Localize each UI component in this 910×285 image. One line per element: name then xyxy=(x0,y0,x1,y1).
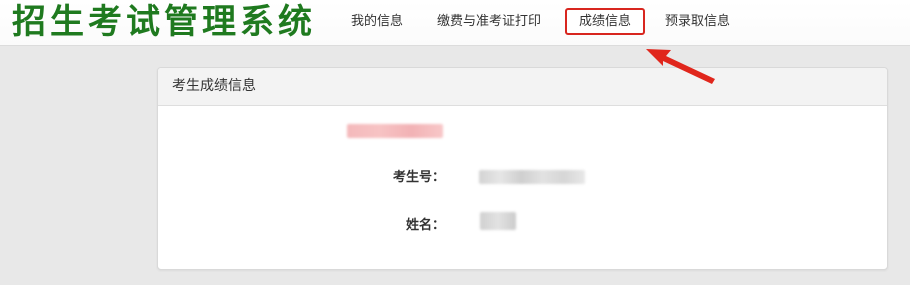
candidate-number-label: 考生号： xyxy=(392,170,445,185)
top-header: 招生考试管理系统 我的信息 缴费与准考证打印 成绩信息 预录取信息 xyxy=(0,0,910,46)
candidate-name-value-redacted xyxy=(480,212,516,230)
redacted-heading-bar xyxy=(347,124,443,138)
nav-item-score-info[interactable]: 成绩信息 xyxy=(565,8,646,35)
score-info-panel: 考生成绩信息 考生号： 姓名： xyxy=(157,67,888,270)
nav-item-my-info[interactable]: 我的信息 xyxy=(351,9,403,34)
nav-item-pre-admission-info[interactable]: 预录取信息 xyxy=(665,9,730,34)
app-logo-title: 招生考试管理系统 xyxy=(12,2,316,42)
candidate-name-label: 姓名： xyxy=(405,218,445,233)
nav-item-payment-admission-print[interactable]: 缴费与准考证打印 xyxy=(437,9,541,34)
candidate-number-value-redacted xyxy=(479,170,585,184)
panel-title: 考生成绩信息 xyxy=(158,68,887,106)
